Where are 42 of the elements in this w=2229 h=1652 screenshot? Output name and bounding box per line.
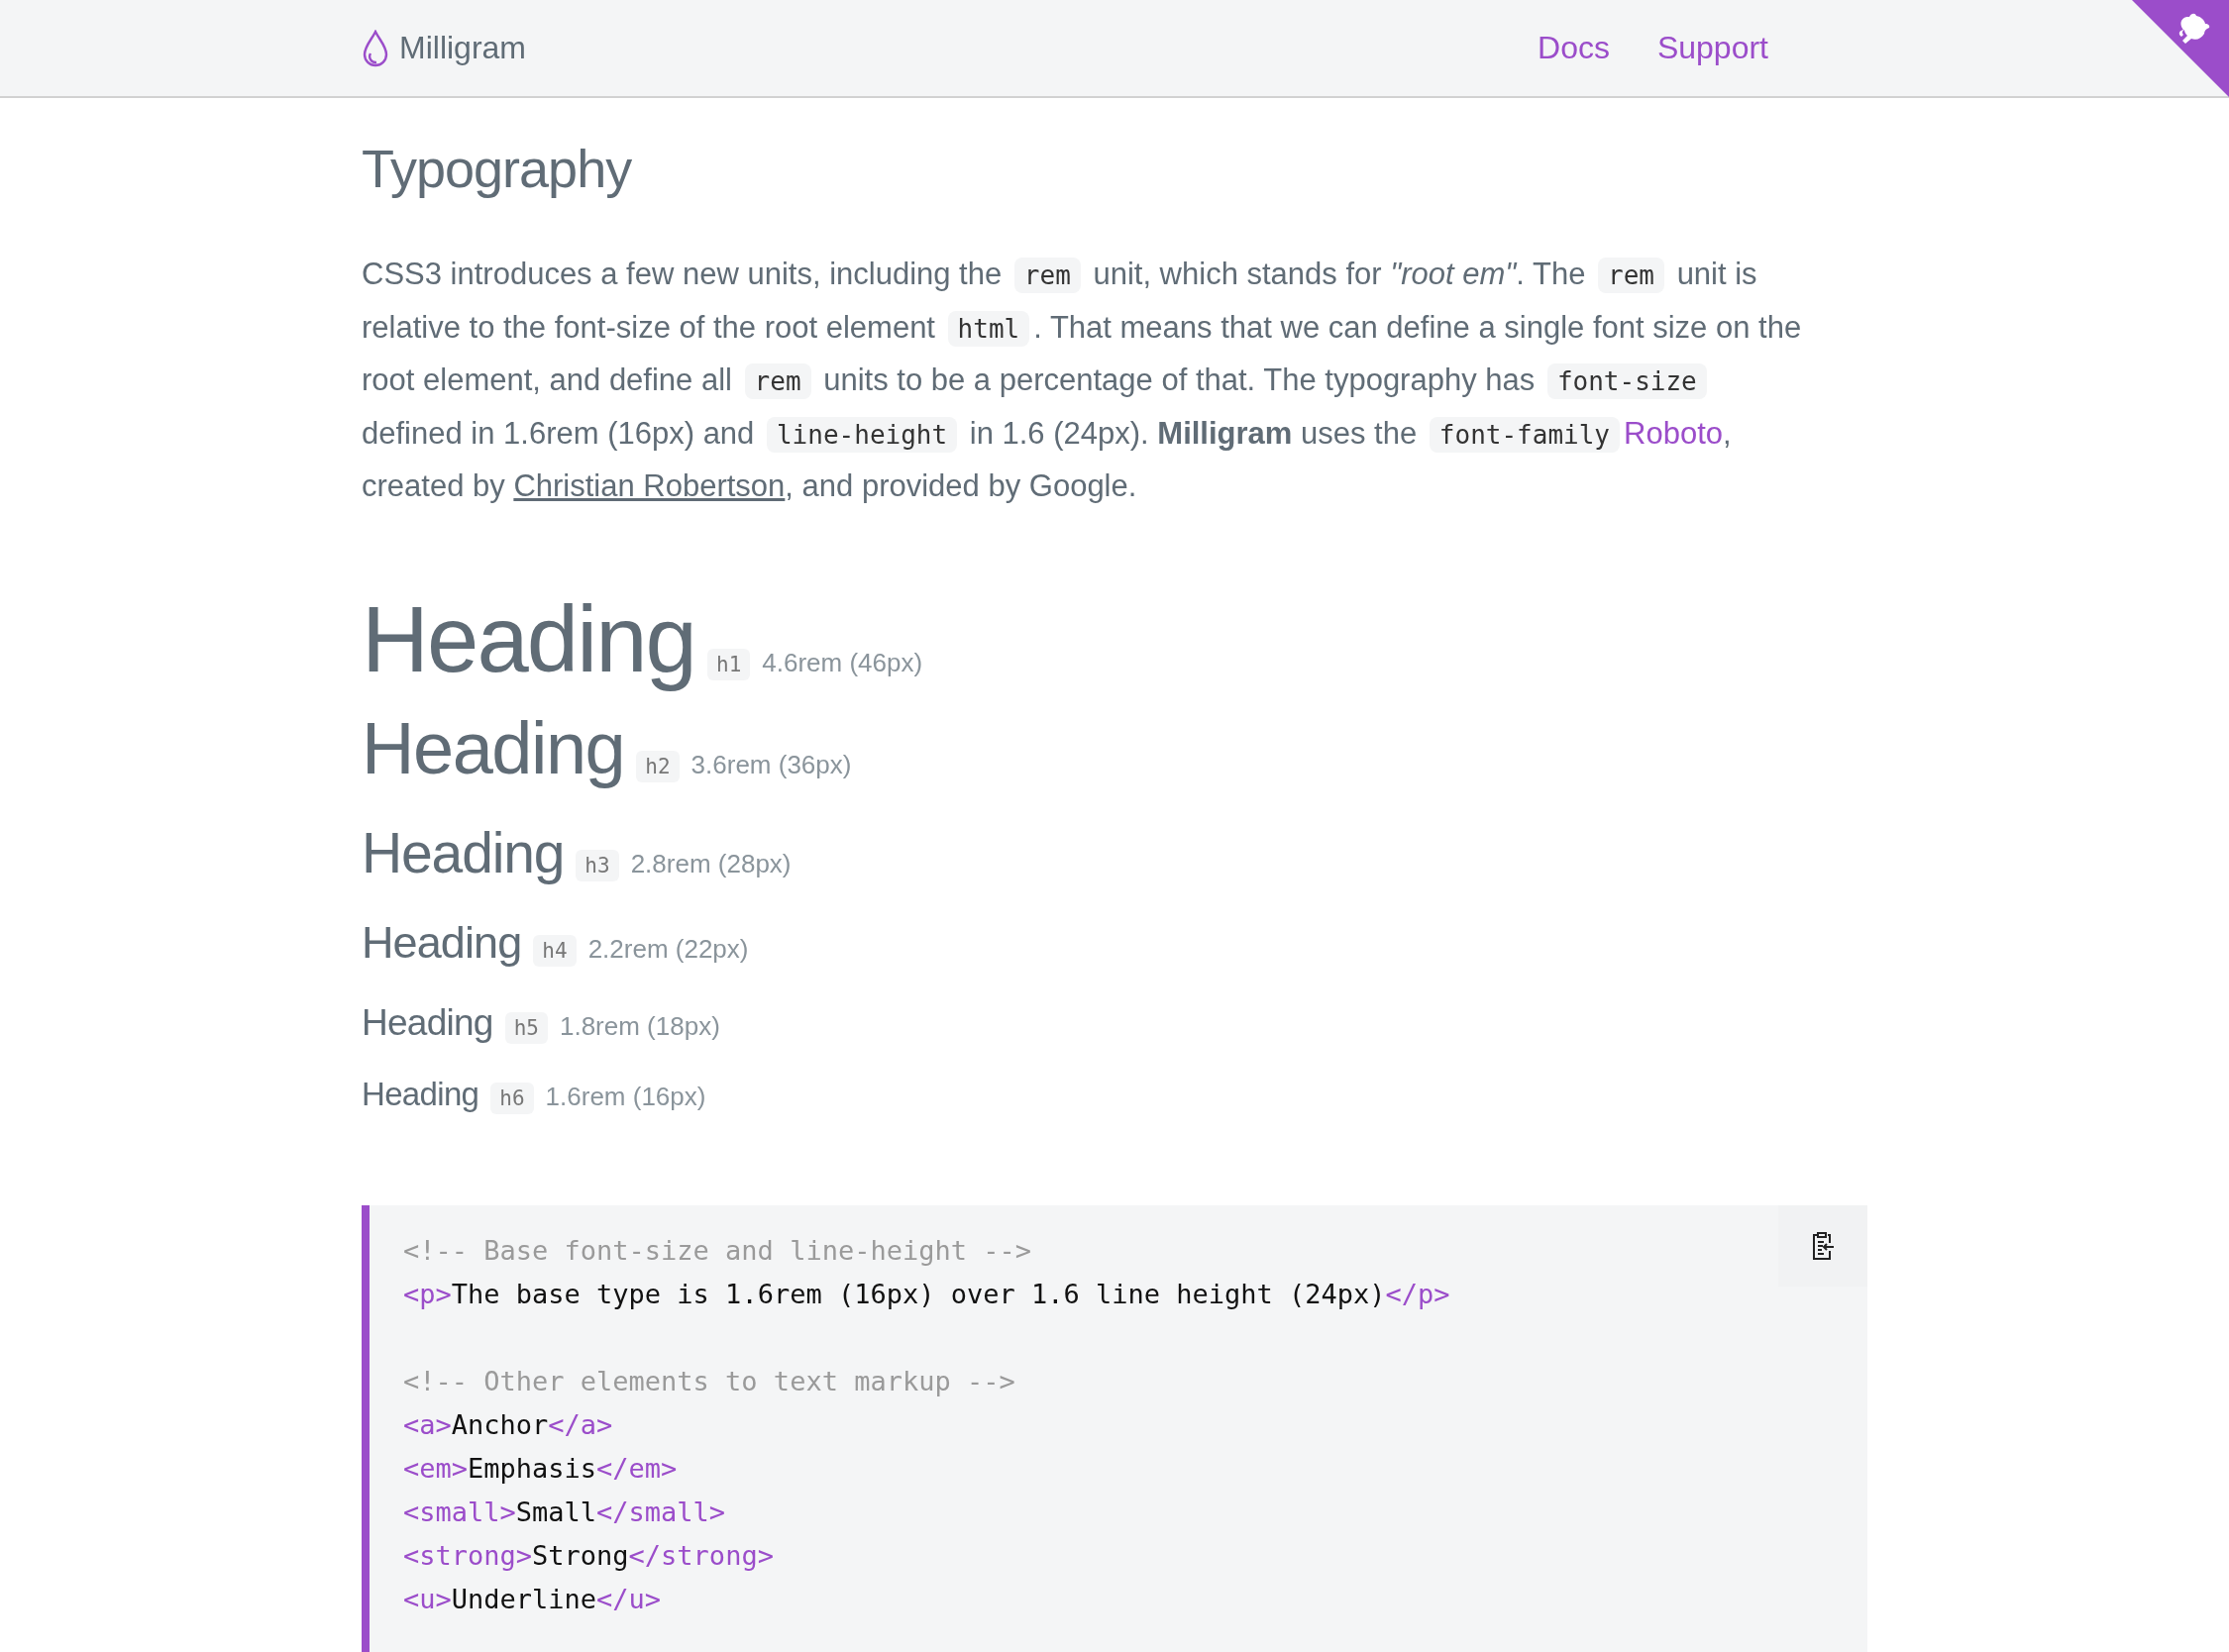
code-line: <a>Anchor</a>: [403, 1407, 613, 1442]
inline-code: font-family: [1429, 416, 1620, 453]
tag-label: h5: [504, 1011, 548, 1044]
page-title: Typography: [362, 138, 633, 200]
code-line: <small>Small</small>: [403, 1495, 726, 1529]
heading-text: Heading: [362, 1074, 479, 1114]
text-link[interactable]: Christian Robertson: [513, 468, 786, 503]
size-note: 2.2rem (22px): [587, 933, 749, 965]
code-line: <em>Emphasis</em>: [403, 1451, 678, 1486]
heading-text: Heading: [362, 915, 522, 970]
inline-code: line-height: [766, 416, 958, 453]
code-line: <u>Underline</u>: [403, 1582, 662, 1616]
size-note: 3.6rem (36px): [690, 749, 852, 780]
size-note: 2.8rem (28px): [630, 848, 792, 879]
logo-text: Milligram: [399, 30, 526, 66]
tag-label: h3: [576, 849, 619, 881]
inline-code: rem: [1013, 258, 1081, 293]
code-line: <strong>Strong</strong>: [403, 1538, 774, 1573]
size-note: 4.6rem (46px): [762, 647, 923, 678]
heading-text: Heading: [362, 819, 565, 886]
nav-link[interactable]: Support: [1656, 30, 1768, 66]
nav-link[interactable]: Docs: [1538, 30, 1610, 66]
tag-label: h6: [490, 1082, 534, 1114]
drop-icon: [362, 29, 389, 67]
code-line: <!-- Other elements to text markup -->: [403, 1364, 1015, 1398]
size-note: 1.6rem (16px): [545, 1081, 706, 1112]
intro-paragraph: CSS3 introduces a few new units, including the rem unit, which stands for "root em". The rem unit is relative to the font-size of the root element html . That means that we can define a single font size on the root element, and define all rem units to be a percentage of that. The typography has font-size defined in 1.6rem (16px) and line-height in 1.6 (24px). Milligram uses the font-family Roboto, created by Christian Robertson, and provided by Google.: [362, 256, 1803, 505]
tag-label: h2: [636, 750, 680, 782]
heading-text: Heading: [362, 705, 625, 791]
size-note: 1.8rem (18px): [559, 1010, 720, 1042]
tag-label: h1: [707, 648, 751, 680]
inline-code: font-size: [1546, 363, 1707, 399]
tag-label: h4: [533, 934, 577, 967]
inline-code: html: [947, 310, 1030, 347]
code-line: <p>The base type is 1.6rem (16px) over 1.6 line height (24px)</p>: [403, 1277, 1450, 1311]
heading-text: Heading: [362, 585, 695, 693]
text-link[interactable]: Roboto: [1624, 415, 1723, 451]
code-line: <!-- Base font-size and line-height -->: [403, 1233, 1031, 1268]
inline-code: rem: [744, 363, 811, 399]
heading-text: Heading: [362, 1000, 493, 1045]
clipboard-icon: [1810, 1230, 1836, 1261]
inline-code: rem: [1598, 258, 1664, 293]
